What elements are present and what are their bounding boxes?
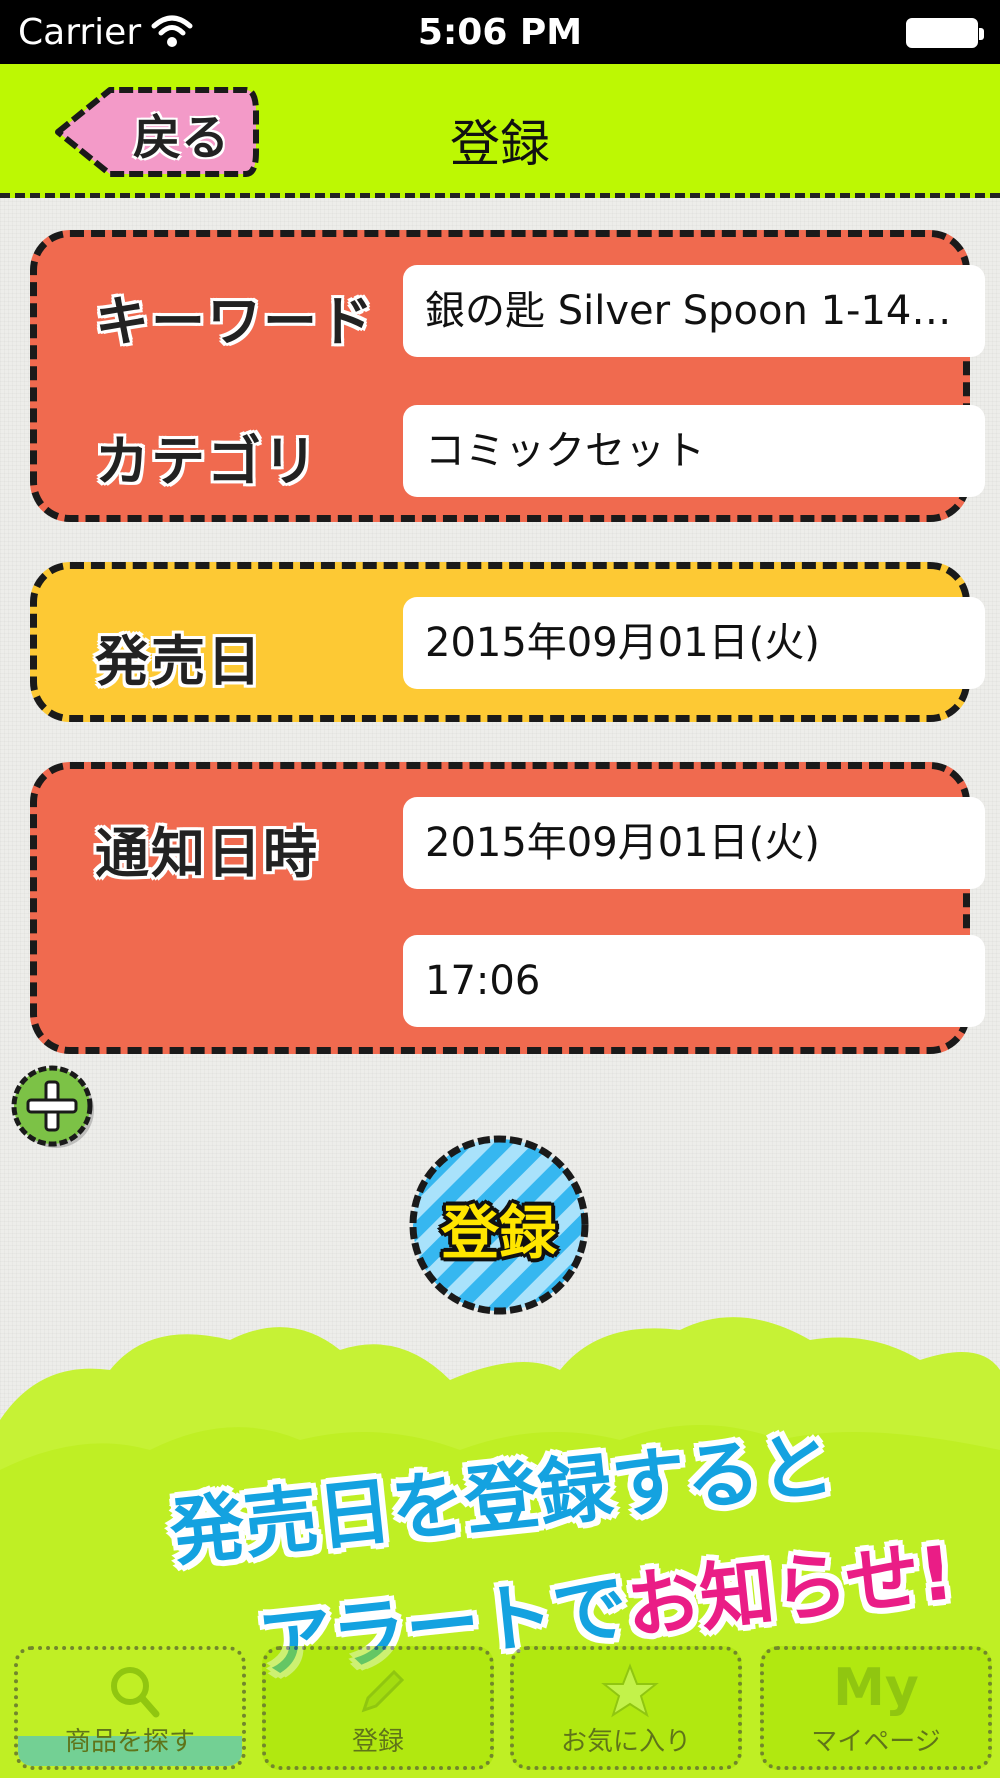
release-date-panel: 発売日 2015年09月01日(火) bbox=[30, 562, 985, 722]
notify-date-field[interactable]: 2015年09月01日(火) bbox=[403, 797, 985, 889]
tab-search[interactable]: 商品を探す bbox=[14, 1646, 246, 1770]
release-date-label: 発売日 bbox=[95, 630, 263, 693]
tab-mypage-label: マイページ bbox=[811, 1727, 941, 1757]
pencil-icon bbox=[361, 1669, 405, 1713]
category-field[interactable]: コミックセット bbox=[403, 405, 985, 497]
tab-search-label: 商品を探す bbox=[64, 1727, 195, 1757]
keyword-label: キーワード bbox=[95, 290, 375, 353]
navigation-bar: 戻る 登録 bbox=[0, 64, 1000, 198]
status-bar: Carrier 5:06 PM bbox=[0, 0, 1000, 64]
category-label: カテゴリ bbox=[95, 430, 319, 493]
keyword-category-panel: キーワード 銀の匙 Silver Spoon 1-14巻セット カテゴリ コミッ… bbox=[30, 230, 985, 522]
status-time: 5:06 PM bbox=[417, 12, 583, 53]
tab-register[interactable]: 登録 bbox=[262, 1646, 494, 1770]
battery-icon bbox=[906, 18, 984, 48]
star-icon bbox=[601, 1663, 659, 1718]
my-icon: My bbox=[833, 1658, 919, 1718]
tab-register-label: 登録 bbox=[351, 1727, 404, 1757]
notify-time-field[interactable]: 17:06 bbox=[403, 935, 985, 1027]
tab-mypage[interactable]: My マイページ bbox=[760, 1646, 992, 1770]
register-button-label: 登録 bbox=[440, 1199, 557, 1267]
page-title: 登録 bbox=[450, 115, 550, 173]
register-button[interactable]: 登録 bbox=[406, 1132, 592, 1318]
keyword-field[interactable]: 銀の匙 Silver Spoon 1-14巻セット bbox=[403, 265, 985, 357]
plus-circle-icon[interactable] bbox=[10, 1064, 98, 1152]
notify-label: 通知日時 bbox=[95, 822, 319, 885]
tab-favorite-label: お気に入り bbox=[560, 1727, 691, 1757]
notification-panel: 通知日時 2015年09月01日(火) 17:06 bbox=[30, 762, 985, 1054]
tab-bar: 商品を探す 登録 お気に入り My マイページ bbox=[0, 1634, 1000, 1778]
release-date-field[interactable]: 2015年09月01日(火) bbox=[403, 597, 985, 689]
tab-favorite[interactable]: お気に入り bbox=[510, 1646, 742, 1770]
search-icon bbox=[111, 1667, 160, 1718]
